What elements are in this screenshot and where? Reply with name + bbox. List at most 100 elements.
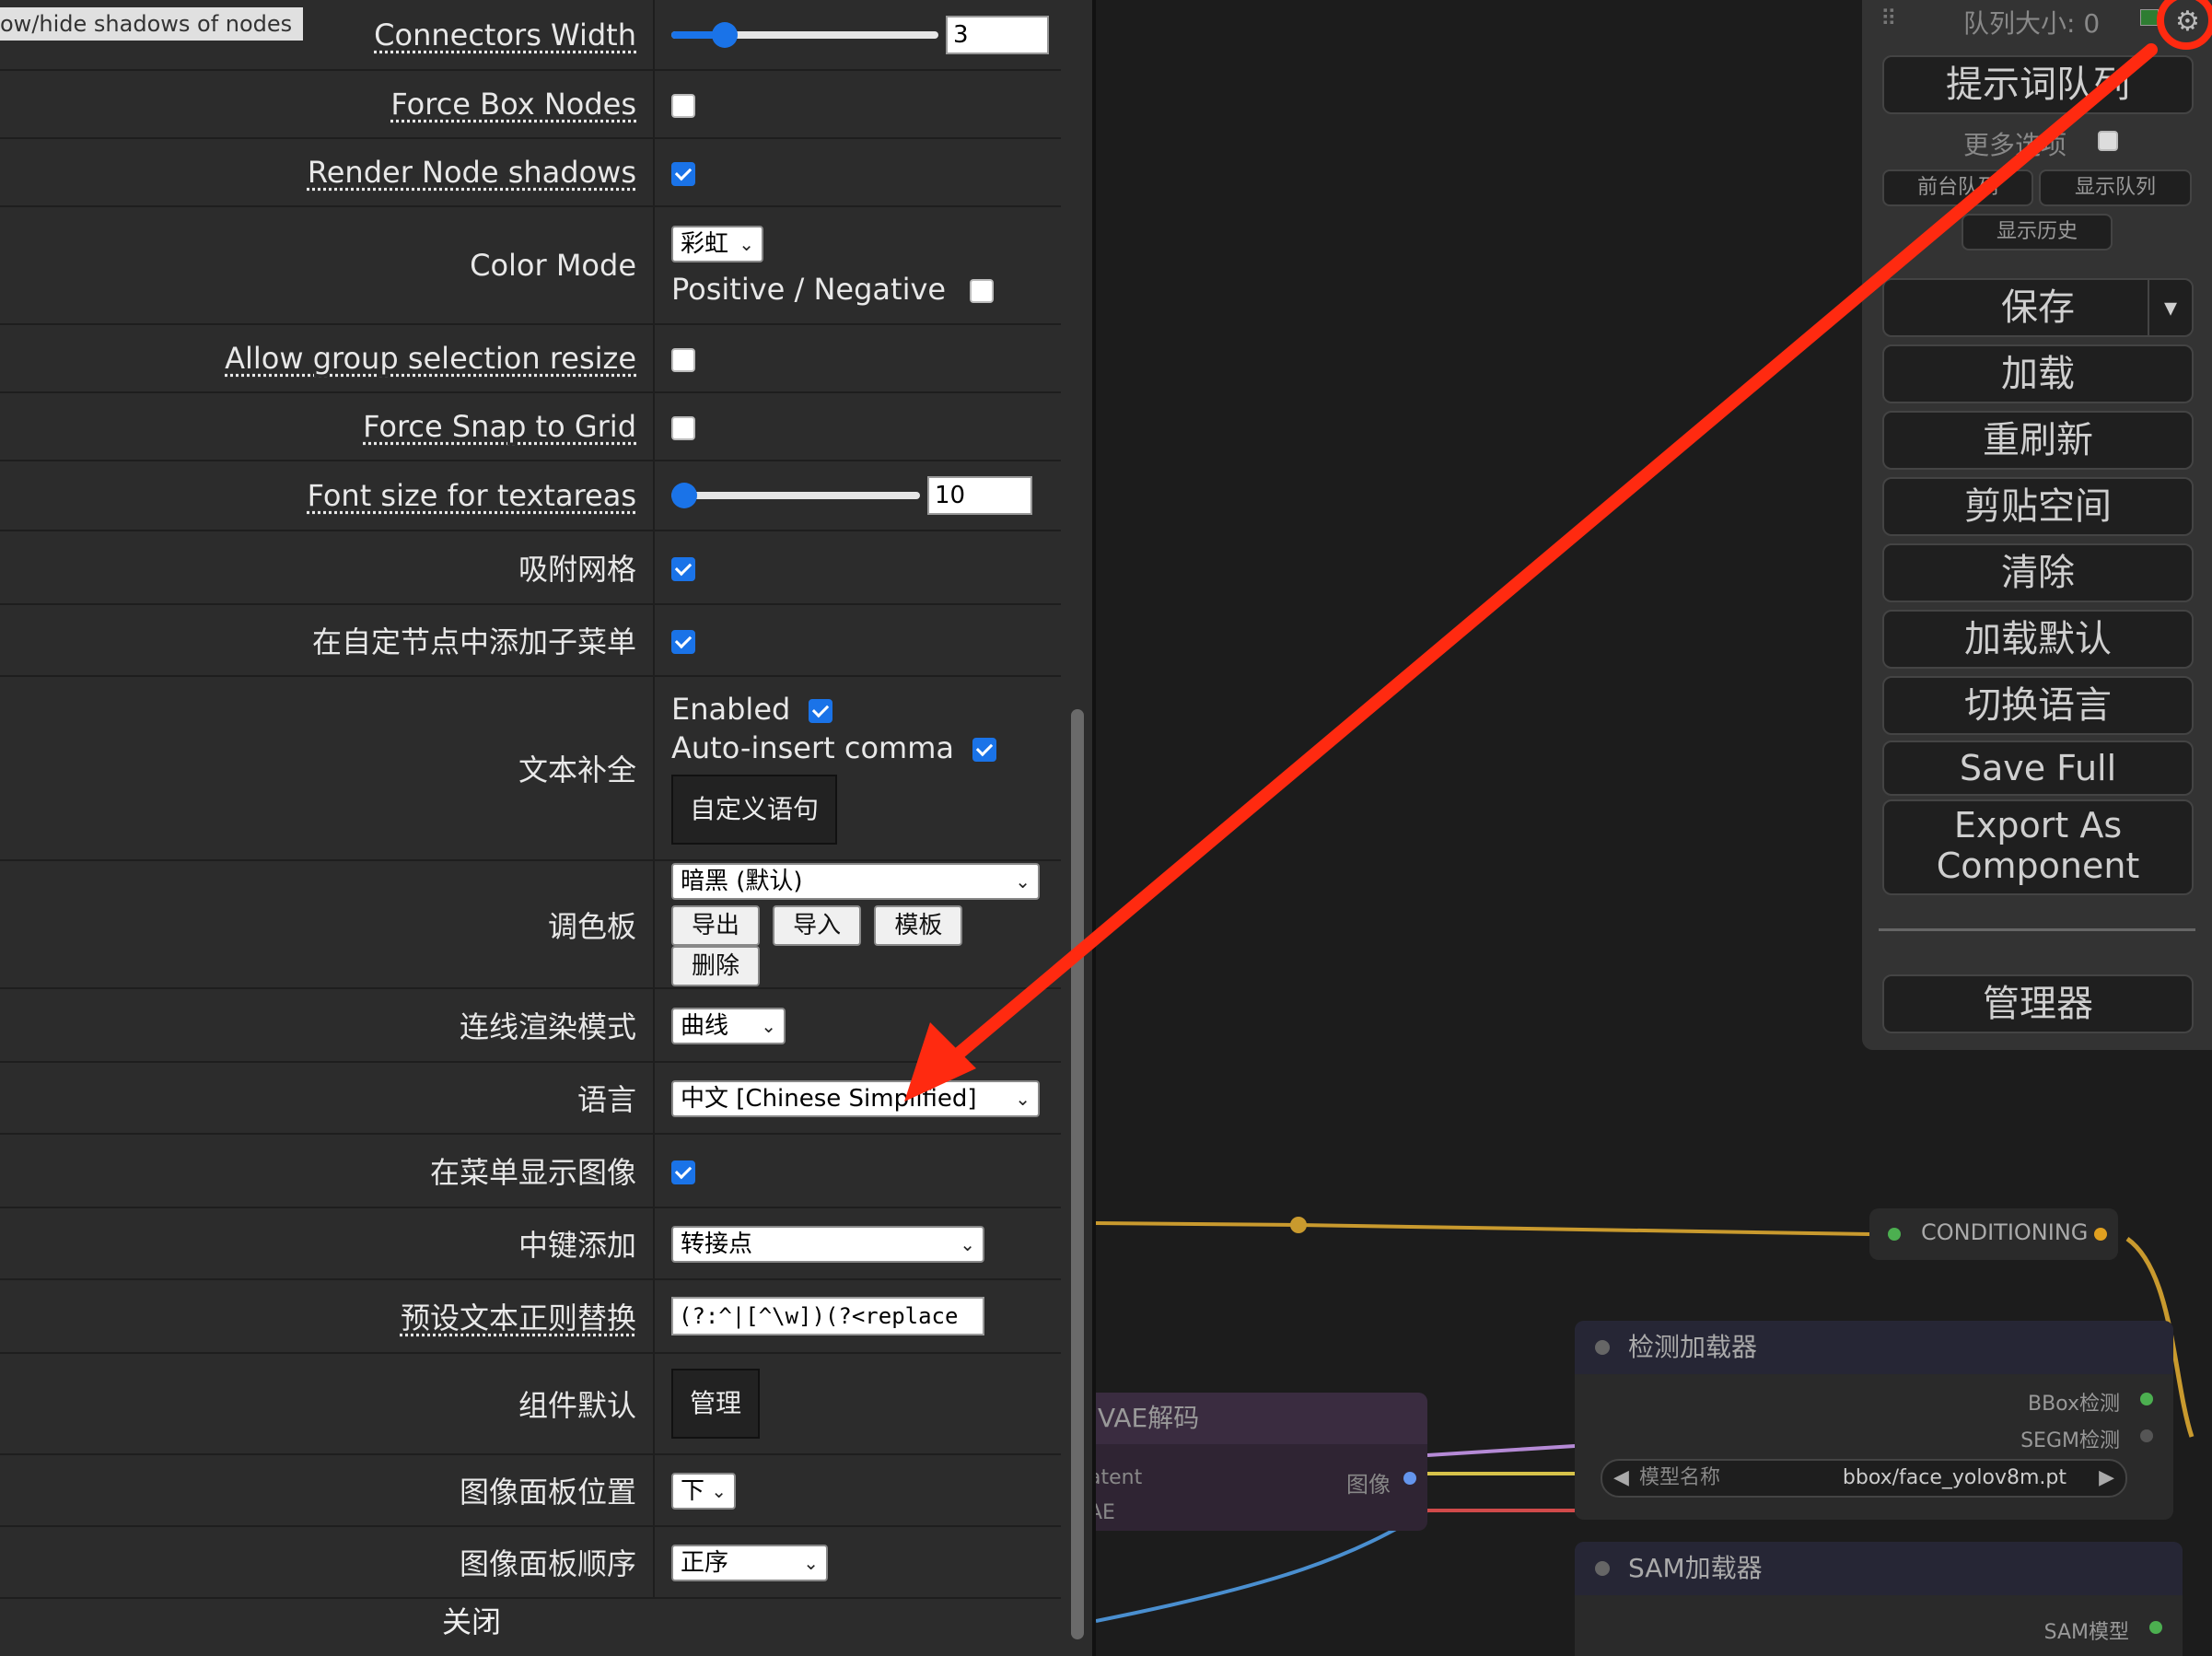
setting-row-widget-default: 组件默认 管理 [0,1353,1061,1455]
link-render-select[interactable]: 曲线 ⌄ [671,1007,786,1044]
regex-input[interactable]: (?:^|[^\w])(?<replace [671,1297,984,1335]
palette-import-button[interactable]: 导入 [773,905,862,946]
save-button[interactable]: 保存 ▾ [1882,278,2194,337]
setting-row-menu-images: 在菜单显示图像 [0,1134,1061,1208]
vae-input-label: AE [1096,1501,1115,1524]
autocomplete-label: 文本补全 [518,752,636,787]
group-resize-checkbox[interactable] [671,348,695,372]
segm-output-dot[interactable] [2140,1429,2153,1442]
menu-images-checkbox[interactable] [671,1160,695,1184]
pos-neg-checkbox[interactable] [970,278,995,303]
render-shadows-checkbox[interactable] [671,162,695,186]
switch-language-button[interactable]: 切换语言 [1882,676,2194,735]
setting-row-language: 语言 中文 [Chinese Simplified] ⌄ [0,1062,1061,1135]
language-label: 语言 [576,1082,636,1117]
palette-select[interactable]: 暗黑 (默认) ⌄ [671,863,1040,900]
enabled-checkbox[interactable] [809,699,833,723]
load-default-button[interactable]: 加载默认 [1882,610,2194,669]
chevron-down-icon: ⌄ [761,1014,776,1037]
force-snap-label: Force Snap to Grid [363,409,636,444]
setting-row-link-render: 连线渲染模式 曲线 ⌄ [0,988,1061,1063]
vae-decode-node[interactable]: VAE解码 atent AE 图像 [1096,1393,1427,1531]
conditioning-label: CONDITIONING [1921,1219,2089,1245]
menu-divider [1879,928,2195,931]
connectors-width-label: Connectors Width [374,17,636,52]
panel-order-select[interactable]: 正序 ⌄ [671,1544,828,1581]
show-queue-button[interactable]: 显示队列 [2039,169,2192,206]
setting-row-shadows: Render Node shadows [0,138,1061,207]
latent-input-label: atent [1096,1466,1143,1489]
arrow-right-icon[interactable]: ▶ [2099,1461,2114,1496]
save-full-button[interactable]: Save Full [1882,741,2194,796]
refresh-button[interactable]: 重刷新 [1882,411,2194,470]
image-icon[interactable] [2140,9,2159,26]
sam-model-output-dot[interactable] [2149,1621,2162,1634]
more-options-label: 更多选项 [1963,130,2067,160]
snap-grid-label: 吸附网格 [518,552,636,587]
setting-row-panel-pos: 图像面板位置 下 ⌄ [0,1454,1061,1527]
force-box-nodes-checkbox[interactable] [671,94,695,118]
force-snap-checkbox[interactable] [671,416,695,440]
detector-loader-node[interactable]: 检测加载器 BBox检测 SEGM检测 ◀ 模型名称 bbox/face_yol… [1575,1321,2173,1520]
load-button[interactable]: 加载 [1882,344,2194,403]
connectors-width-slider[interactable] [671,19,938,51]
language-select[interactable]: 中文 [Chinese Simplified] ⌄ [671,1079,1040,1117]
conditioning-node[interactable]: CONDITIONING [1869,1208,2118,1260]
connectors-width-input[interactable]: 3 [946,15,1049,54]
more-options-checkbox[interactable] [2098,131,2118,151]
chevron-down-icon: ⌄ [1015,870,1030,892]
regex-label: 预设文本正则替换 [400,1300,636,1335]
chevron-down-icon: ⌄ [711,1479,727,1502]
force-box-nodes-label: Force Box Nodes [390,87,636,122]
widget-manage-button[interactable]: 管理 [671,1369,761,1439]
bbox-output-dot[interactable] [2140,1393,2153,1405]
font-size-label: Font size for textareas [307,478,636,513]
settings-table: Connectors Width 3 Force Box Nodes Rende… [0,0,1061,1599]
queue-prompt-button[interactable]: 提示词队列 [1882,55,2194,114]
image-output-dot[interactable] [1403,1472,1416,1485]
widget-default-label: 组件默认 [518,1388,636,1423]
setting-row-middle-click: 中键添加 转接点 ⌄ [0,1207,1061,1280]
setting-row-force-box: Force Box Nodes [0,70,1061,139]
submenu-checkbox[interactable] [671,630,695,654]
sam-loader-node[interactable]: SAM加载器 SAM模型 [1575,1542,2183,1656]
chevron-down-icon: ⌄ [960,1232,975,1255]
font-size-slider[interactable] [671,480,920,511]
export-component-button[interactable]: Export As Component [1882,799,2194,895]
input-dot[interactable] [1888,1228,1901,1241]
model-name-label: 模型名称 [1639,1466,1721,1489]
bbox-output-label: BBox检测 [2028,1393,2120,1416]
save-dropdown-icon[interactable]: ▾ [2148,280,2192,335]
close-button[interactable]: 关闭 [0,1599,943,1641]
drag-handle-icon[interactable]: ⠿ [1880,6,1897,31]
output-dot[interactable] [2094,1228,2107,1241]
auto-comma-checkbox[interactable] [972,738,997,762]
font-size-input[interactable]: 10 [927,476,1032,515]
model-name-widget[interactable]: ◀ 模型名称 bbox/face_yolov8m.pt ▶ [1601,1459,2127,1498]
setting-row-autocomplete: 文本补全 Enabled Auto-insert comma 自定义语句 [0,676,1061,861]
palette-delete-button[interactable]: 删除 [671,946,760,986]
manager-button[interactable]: 管理器 [1882,974,2194,1033]
sam-loader-title: SAM加载器 [1575,1542,2183,1595]
render-shadows-label: Render Node shadows [307,155,636,190]
front-queue-button[interactable]: 前台队列 [1882,169,2033,206]
arrow-left-icon[interactable]: ◀ [1613,1461,1629,1496]
setting-row-regex: 预设文本正则替换 (?:^|[^\w])(?<replace [0,1279,1061,1354]
scrollbar-thumb[interactable] [1071,709,1084,1639]
setting-row-group-resize: Allow group selection resize [0,324,1061,393]
color-mode-select[interactable]: 彩虹 ⌄ [671,225,763,262]
side-menu: ⠿ 队列大小: 0 提示词队列 更多选项 前台队列 显示队列 显示历史 保存 ▾ … [1862,0,2212,1050]
middle-click-select[interactable]: 转接点 ⌄ [671,1225,984,1263]
settings-scrollbar[interactable] [1065,0,1090,1656]
snap-grid-checkbox[interactable] [671,557,695,581]
settings-gear-icon[interactable]: ⚙ [2175,6,2200,38]
custom-words-button[interactable]: 自定义语句 [671,775,838,845]
queue-size-label: 队列大小: 0 [1963,8,2101,39]
palette-export-button[interactable]: 导出 [671,905,760,946]
clear-button[interactable]: 清除 [1882,543,2194,602]
clipspace-button[interactable]: 剪贴空间 [1882,477,2194,536]
palette-template-button[interactable]: 模板 [874,905,963,946]
panel-pos-select[interactable]: 下 ⌄ [671,1472,736,1510]
show-history-button[interactable]: 显示历史 [1962,214,2113,251]
setting-row-palette: 调色板 暗黑 (默认) ⌄ 导出 导入 模板 删除 [0,860,1061,989]
